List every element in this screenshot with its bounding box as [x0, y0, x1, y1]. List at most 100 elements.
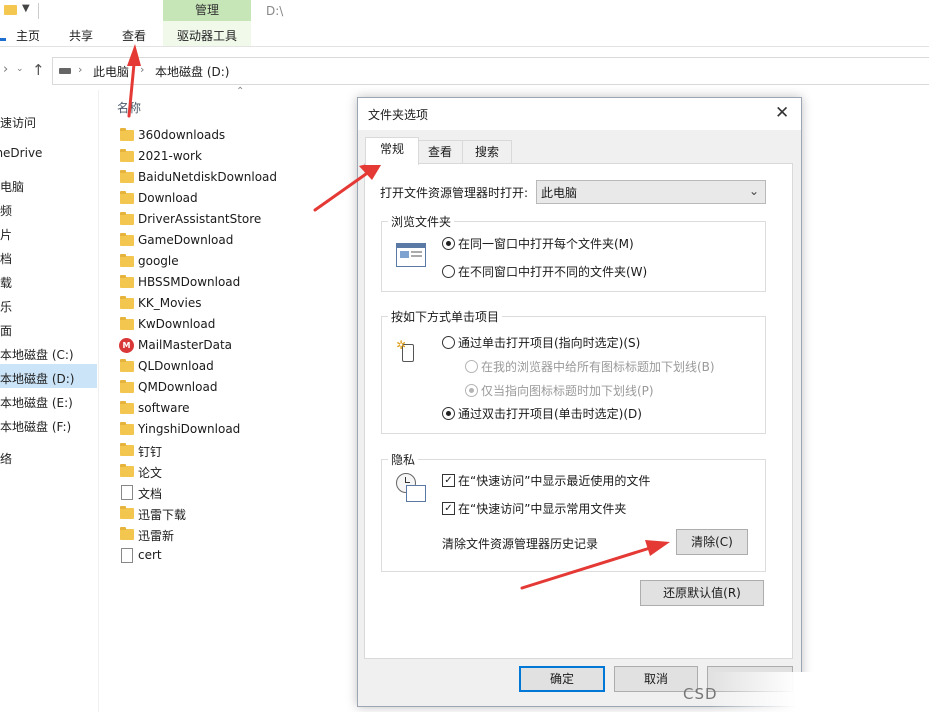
radio-new-window[interactable]	[442, 265, 455, 278]
tab-drive-tools[interactable]: 驱动器工具	[177, 27, 237, 44]
folder-options-dialog: 文件夹选项 ✕ 常规 查看 搜索 打开文件资源管理器时打开: 此电脑 ⌄ 浏览文…	[357, 97, 802, 707]
nav-item-drive-f[interactable]: 本地磁盘 (F:)	[0, 418, 71, 435]
folder-icon	[120, 212, 134, 225]
radio-single-click[interactable]	[442, 336, 455, 349]
nav-item-drive-c[interactable]: 本地磁盘 (C:)	[0, 346, 74, 363]
close-icon[interactable]: ✕	[775, 103, 789, 123]
nav-item-downloads[interactable]: 下载	[0, 274, 12, 291]
folder-icon	[120, 191, 134, 204]
option-single-click[interactable]: 通过单击打开项目(指向时选定)(S)	[458, 334, 640, 351]
click-items-label: 按如下方式单击项目	[388, 308, 503, 325]
breadcrumb-this-pc[interactable]: 此电脑	[93, 63, 129, 80]
file-name: 钉钉	[138, 445, 163, 459]
sort-ascending-icon: ⌃	[236, 86, 245, 97]
quick-access-folder-icon[interactable]	[4, 5, 17, 15]
open-explorer-select[interactable]: 此电脑 ⌄	[536, 180, 766, 204]
folder-icon	[120, 128, 134, 141]
browse-folders-label: 浏览文件夹	[388, 213, 455, 230]
nav-item-pictures[interactable]: 图片	[0, 226, 12, 243]
quick-access-separator	[38, 3, 39, 19]
privacy-label: 隐私	[388, 451, 419, 468]
nav-item-this-pc[interactable]: 此电脑	[0, 178, 24, 195]
nav-forward-icon[interactable]: ›	[3, 62, 8, 77]
file-name: 迅雷下载	[138, 508, 187, 522]
file-name: KwDownload	[138, 317, 216, 331]
tab-share[interactable]: 共享	[69, 27, 93, 44]
option-underline-hover: 仅当指向图标标题时加下划线(P)	[481, 384, 654, 398]
folder-icon	[120, 527, 134, 540]
clear-history-label: 清除文件资源管理器历史记录	[442, 537, 599, 551]
tab-view[interactable]: 查看	[122, 27, 146, 44]
folder-icon	[120, 296, 134, 309]
option-frequent-folders[interactable]: 在“快速访问”中显示常用文件夹	[458, 500, 626, 517]
file-name: software	[138, 401, 190, 415]
tab-general[interactable]: 常规	[365, 137, 419, 165]
file-name: google	[138, 254, 179, 268]
nav-item-drive-e[interactable]: 本地磁盘 (E:)	[0, 394, 73, 411]
tab-home[interactable]: 主页	[16, 27, 40, 44]
nav-item-videos[interactable]: 视频	[0, 202, 12, 219]
folder-icon	[120, 506, 134, 519]
file-name: cert	[138, 548, 162, 562]
window-illustration-icon	[396, 243, 426, 267]
option-same-window[interactable]: 在同一窗口中打开每个文件夹(M)	[458, 235, 634, 252]
open-explorer-label: 打开文件资源管理器时打开:	[380, 186, 529, 200]
folder-icon	[120, 359, 134, 372]
folder-icon	[120, 149, 134, 162]
mailmaster-icon: M	[119, 338, 134, 353]
nav-item-quick-access[interactable]: 快速访问	[0, 114, 36, 131]
file-name: 迅雷新	[138, 529, 175, 543]
breadcrumb-separator-icon[interactable]: ›	[78, 63, 82, 76]
open-explorer-value: 此电脑	[541, 186, 578, 200]
restore-defaults-button[interactable]: 还原默认值(R)	[640, 580, 764, 606]
file-name: 论文	[138, 466, 163, 480]
nav-item-music[interactable]: 音乐	[0, 298, 12, 315]
radio-double-click[interactable]	[442, 407, 455, 420]
document-icon	[121, 485, 133, 500]
file-name: BaiduNetdiskDownload	[138, 170, 278, 184]
quick-access-dropdown-icon[interactable]: ▼	[22, 3, 30, 14]
radio-same-window[interactable]	[442, 237, 455, 250]
file-name: QMDownload	[138, 380, 218, 394]
dialog-title: 文件夹选项	[368, 108, 429, 122]
breadcrumb-separator-icon[interactable]: ›	[140, 63, 144, 76]
file-name: 2021-work	[138, 149, 202, 163]
chevron-down-icon: ⌄	[749, 184, 760, 198]
file-name: MailMasterData	[138, 338, 233, 352]
folder-icon	[120, 443, 134, 456]
nav-item-desktop[interactable]: 桌面	[0, 322, 12, 339]
folder-icon	[120, 317, 134, 330]
radio-underline-hover	[465, 384, 478, 397]
tab-view-options[interactable]: 查看	[416, 140, 464, 163]
ok-button[interactable]: 确定	[519, 666, 605, 692]
drive-icon	[59, 68, 71, 74]
column-header-name[interactable]: 名称	[117, 99, 141, 116]
option-double-click[interactable]: 通过双击打开项目(单击时选定)(D)	[458, 405, 642, 422]
checkbox-recent-files[interactable]: ✓	[442, 474, 455, 487]
file-icon	[121, 548, 133, 563]
option-new-window[interactable]: 在不同窗口中打开不同的文件夹(W)	[458, 263, 647, 280]
tab-search[interactable]: 搜索	[462, 140, 512, 163]
clear-history-button[interactable]: 清除(C)	[676, 529, 748, 555]
nav-item-onedrive[interactable]: OneDrive	[0, 146, 42, 160]
option-recent-files[interactable]: 在“快速访问”中显示最近使用的文件	[458, 472, 650, 489]
file-name: DriverAssistantStore	[138, 212, 262, 226]
file-name: HBSSMDownload	[138, 275, 241, 289]
nav-item-drive-d[interactable]: 本地磁盘 (D:)	[0, 370, 74, 387]
folder-icon	[120, 380, 134, 393]
folder-icon	[120, 464, 134, 477]
nav-item-documents[interactable]: 文档	[0, 250, 12, 267]
nav-item-network[interactable]: 网络	[0, 450, 12, 467]
recent-locations-dropdown-icon[interactable]: ⌄	[16, 64, 24, 74]
tab-manage-context: 管理	[163, 0, 251, 21]
breadcrumb-drive-d[interactable]: 本地磁盘 (D:)	[155, 63, 229, 80]
radio-underline-browser	[465, 360, 478, 373]
folder-icon	[120, 401, 134, 414]
up-arrow-icon[interactable]: ↑	[32, 61, 45, 79]
folder-icon	[120, 275, 134, 288]
nav-pane-divider[interactable]	[98, 90, 99, 712]
folder-icon	[120, 422, 134, 435]
checkbox-frequent-folders[interactable]: ✓	[442, 502, 455, 515]
file-name: YingshiDownload	[138, 422, 241, 436]
file-name: 360downloads	[138, 128, 226, 142]
